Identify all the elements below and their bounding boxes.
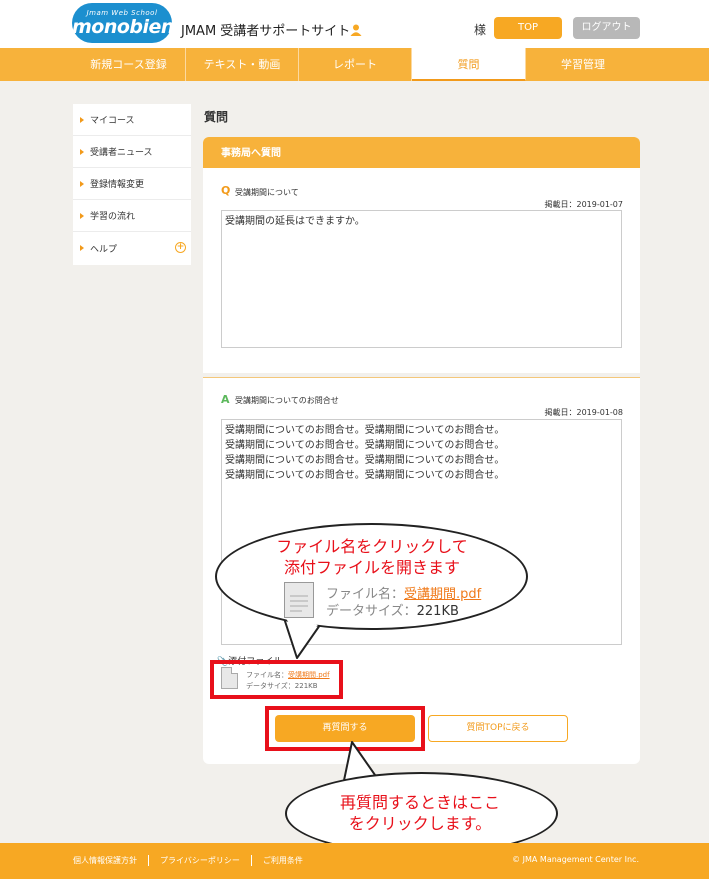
callout-tail-mask xyxy=(285,617,380,788)
callout-text-file: ファイル名をクリックして 添付ファイルを開きます xyxy=(276,537,468,577)
zoom-data-size: データサイズ：221KB xyxy=(326,604,459,619)
file-lines-icon xyxy=(290,595,308,612)
callout-text-reask: 再質問するときはここ をクリックします。 xyxy=(339,793,500,833)
copyright: © JMA Management Center Inc. xyxy=(512,855,639,864)
footer-link-terms[interactable]: ご利用条件 xyxy=(250,855,314,866)
footer: 個人情報保護方針 プライバシーポリシー ご利用条件 © JMA Manageme… xyxy=(0,843,709,879)
footer-link-privacy-policy[interactable]: プライバシーポリシー xyxy=(148,855,251,866)
zoom-file-icon xyxy=(284,582,316,620)
footer-link-privacy-policy-jp[interactable]: 個人情報保護方針 xyxy=(73,855,148,866)
